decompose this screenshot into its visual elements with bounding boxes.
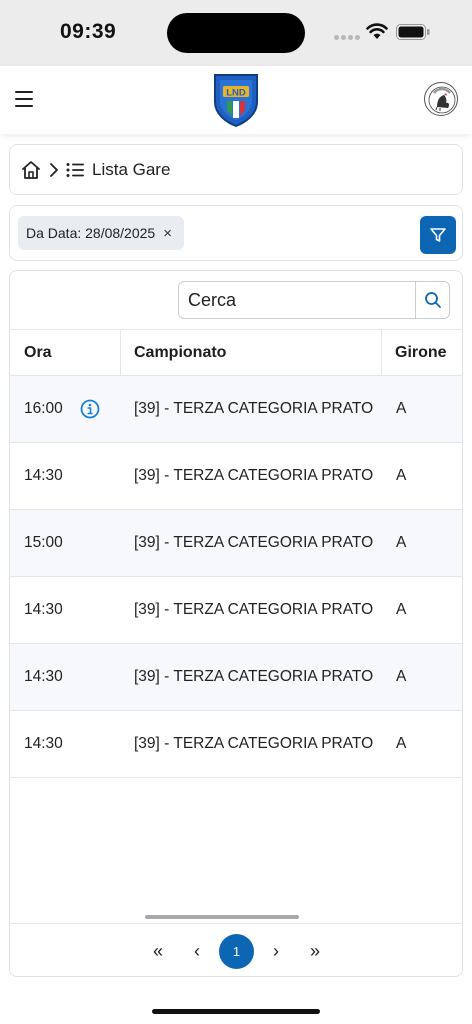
table-header: Ora Campionato Girone (10, 329, 462, 376)
column-header-campionato[interactable]: Campionato (134, 330, 226, 376)
next-page-button[interactable]: › (263, 924, 289, 976)
lnd-logo-text: LND (226, 88, 246, 99)
cell-ora: 14:30 (24, 601, 63, 618)
menu-icon[interactable] (15, 91, 33, 107)
first-page-button[interactable]: « (145, 924, 171, 976)
pagination: « ‹ 1 › » (10, 923, 462, 976)
dynamic-island (167, 13, 305, 53)
column-header-ora[interactable]: Ora (24, 330, 52, 376)
filter-bar: Da Data: 28/08/2025 × (9, 205, 463, 261)
cell-campionato: [39] - TERZA CATEGORIA PRATO (134, 668, 374, 685)
club-logo[interactable] (424, 82, 458, 116)
lnd-logo: LND (214, 74, 258, 128)
table-row[interactable]: 14:30 [39] - TERZA CATEGORIA PRATO A (10, 443, 462, 510)
app-header: LND (0, 66, 472, 134)
table-row[interactable]: 16:00 [39] - TERZA CATEGORIA PRATO A (10, 376, 462, 443)
current-page-button[interactable]: 1 (219, 934, 254, 969)
prev-page-button[interactable]: ‹ (184, 924, 210, 976)
cell-girone: A (396, 668, 407, 685)
signal-icon (334, 35, 360, 40)
column-header-girone[interactable]: Girone (395, 330, 447, 376)
table-row[interactable]: 14:30 [39] - TERZA CATEGORIA PRATO A (10, 577, 462, 644)
cell-girone: A (396, 534, 407, 551)
horizontal-scrollbar[interactable] (145, 915, 299, 919)
status-time: 09:39 (60, 20, 117, 43)
cell-campionato: [39] - TERZA CATEGORIA PRATO (134, 467, 374, 484)
list-icon (66, 163, 84, 177)
cell-campionato: [39] - TERZA CATEGORIA PRATO (134, 601, 374, 618)
breadcrumb: Lista Gare (9, 144, 463, 195)
cell-girone: A (396, 735, 407, 752)
last-page-button[interactable]: » (302, 924, 328, 976)
search-button[interactable] (415, 282, 450, 318)
info-icon[interactable] (80, 399, 100, 419)
cell-girone: A (396, 467, 407, 484)
cell-ora: 14:30 (24, 735, 63, 752)
breadcrumb-current: Lista Gare (92, 160, 171, 179)
cell-ora: 16:00 (24, 400, 63, 417)
table-body: 16:00 [39] - TERZA CATEGORIA PRATO A 14:… (10, 376, 462, 778)
cell-campionato: [39] - TERZA CATEGORIA PRATO (134, 735, 374, 752)
cell-ora: 14:30 (24, 467, 63, 484)
search-icon (425, 292, 441, 308)
matches-table-card: Ora Campionato Girone 16:00 [39] - TERZA… (9, 270, 463, 977)
chevron-right-icon (50, 163, 58, 177)
cell-girone: A (396, 400, 407, 417)
wifi-icon (366, 23, 388, 39)
date-filter-chip[interactable]: Da Data: 28/08/2025 × (18, 216, 184, 250)
home-icon[interactable] (20, 159, 42, 181)
cell-girone: A (396, 601, 407, 618)
date-filter-label: Da Data: 28/08/2025 (26, 225, 156, 241)
battery-icon (396, 24, 430, 40)
filter-icon (430, 228, 446, 242)
cell-ora: 14:30 (24, 668, 63, 685)
home-indicator[interactable] (152, 1009, 320, 1014)
search-input[interactable] (179, 282, 415, 318)
close-icon[interactable]: × (163, 225, 172, 242)
table-row[interactable]: 15:00 [39] - TERZA CATEGORIA PRATO A (10, 510, 462, 577)
cell-ora: 15:00 (24, 534, 63, 551)
cell-campionato: [39] - TERZA CATEGORIA PRATO (134, 400, 374, 417)
search-box (178, 281, 450, 319)
filter-button[interactable] (420, 216, 456, 254)
status-bar: 09:39 (0, 0, 472, 66)
table-row[interactable]: 14:30 [39] - TERZA CATEGORIA PRATO A (10, 711, 462, 778)
table-row[interactable]: 14:30 [39] - TERZA CATEGORIA PRATO A (10, 644, 462, 711)
cell-campionato: [39] - TERZA CATEGORIA PRATO (134, 534, 374, 551)
